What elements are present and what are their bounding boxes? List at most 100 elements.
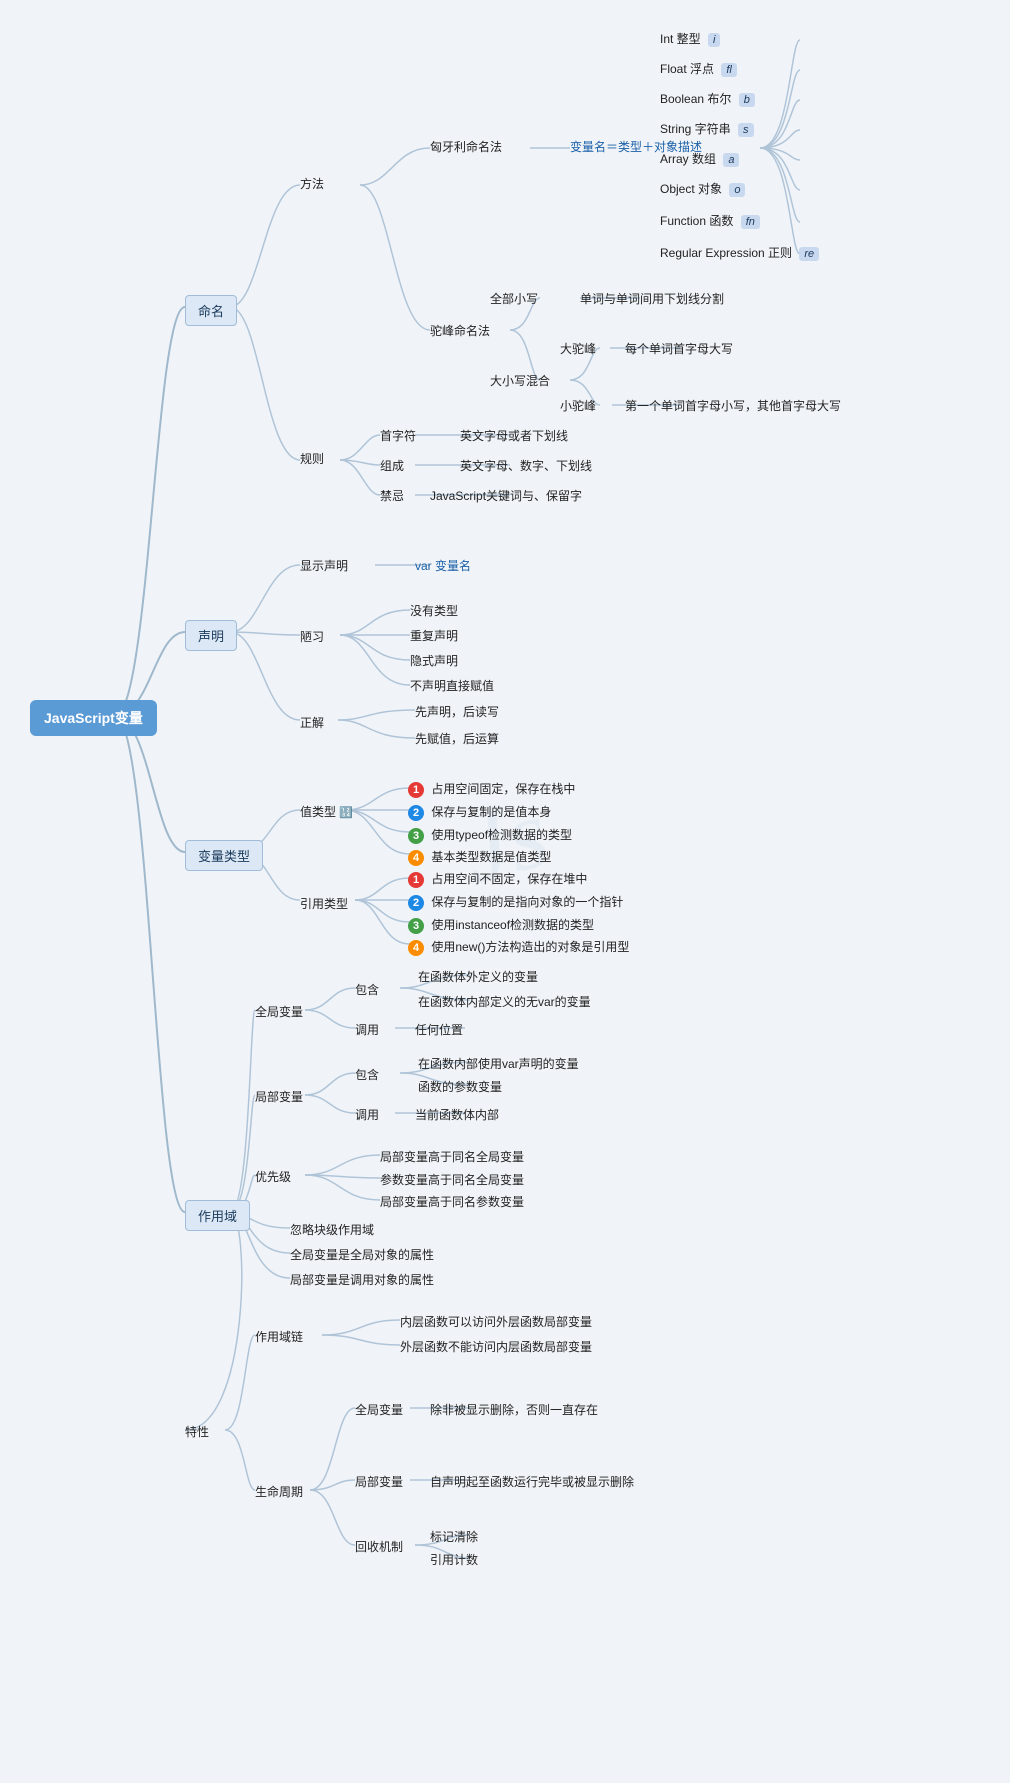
- ref-type-node: 引用类型: [300, 895, 348, 912]
- traits-node: 特性: [185, 1423, 209, 1440]
- local-life-desc: 自声明起至函数运行完毕或被显示删除: [430, 1473, 634, 1490]
- priority2-node: 参数变量高于同名全局变量: [380, 1171, 524, 1188]
- array-badge: a: [723, 153, 739, 167]
- global-var-node: 全局变量: [255, 1003, 303, 1020]
- vt-item2: 2 保存与复制的是值本身: [408, 803, 551, 821]
- regex-badge: re: [799, 247, 819, 261]
- display-decl-desc: var 变量名: [415, 557, 471, 574]
- naming-label: 命名: [198, 304, 224, 319]
- type-boolean: Boolean 布尔 b: [660, 90, 755, 107]
- all-lower-desc: 单词与单词间用下划线分割: [580, 290, 724, 307]
- vt-badge4: 4: [408, 850, 424, 866]
- rt-text1: 占用空间不固定，保存在堆中: [431, 872, 587, 886]
- type-object: Object 对象 o: [660, 180, 745, 197]
- global-inc2: 在函数体内部定义的无var的变量: [418, 993, 591, 1010]
- ignore-block-node: 忽略块级作用域: [290, 1221, 374, 1238]
- priority3-node: 局部变量高于同名参数变量: [380, 1193, 524, 1210]
- vt-text2: 保存与复制的是值本身: [431, 805, 551, 819]
- vt-text4: 基本类型数据是值类型: [431, 850, 551, 864]
- local-call-node: 调用: [355, 1106, 379, 1123]
- rt-text4: 使用new()方法构造出的对象是引用型: [431, 940, 629, 954]
- function-badge: fn: [741, 215, 760, 229]
- global-call-node: 调用: [355, 1021, 379, 1038]
- chain2-node: 外层函数不能访问内层函数局部变量: [400, 1338, 592, 1355]
- vt-item3: 3 使用typeof检测数据的类型: [408, 826, 572, 844]
- local-var-node: 局部变量: [255, 1088, 303, 1105]
- global-life-desc: 除非被显示删除，否则一直存在: [430, 1401, 598, 1418]
- bad2-node: 重复声明: [410, 627, 458, 644]
- vartype-label: 变量类型: [198, 849, 250, 864]
- chain-node: 作用域链: [255, 1328, 303, 1345]
- rt-text3: 使用instanceof检测数据的类型: [431, 918, 594, 932]
- bad4-node: 不声明直接赋值: [410, 677, 494, 694]
- rt-badge4: 4: [408, 940, 424, 956]
- declaration-node: 声明: [185, 620, 237, 651]
- lifetime-node: 生命周期: [255, 1483, 303, 1500]
- root-node: JavaScript变量: [30, 700, 157, 736]
- global-life-node: 全局变量: [355, 1401, 403, 1418]
- type-float: Float 浮点 fl: [660, 60, 737, 77]
- string-badge: s: [738, 123, 754, 137]
- type-function: Function 函数 fn: [660, 212, 760, 229]
- priority1-node: 局部变量高于同名全局变量: [380, 1148, 524, 1165]
- compose-node: 组成: [380, 457, 404, 474]
- object-badge: o: [729, 183, 745, 197]
- global-is-prop-node: 全局变量是全局对象的属性: [290, 1246, 434, 1263]
- forbid-node: 禁忌: [380, 487, 404, 504]
- big-camel-desc: 每个单词首字母大写: [625, 340, 733, 357]
- local-include-node: 包含: [355, 1066, 379, 1083]
- global-include-node: 包含: [355, 981, 379, 998]
- rt-text2: 保存与复制的是指向对象的一个指针: [431, 895, 623, 909]
- type-string: String 字符串 s: [660, 120, 754, 137]
- global-inc1: 在函数体外定义的变量: [418, 968, 538, 985]
- vt-text1: 占用空间固定，保存在栈中: [431, 782, 575, 796]
- priority-node: 优先级: [255, 1168, 291, 1185]
- type-array: Array 数组 a: [660, 150, 739, 167]
- local-inc2: 函数的参数变量: [418, 1078, 502, 1095]
- rt-item2: 2 保存与复制的是指向对象的一个指针: [408, 893, 623, 911]
- vt-badge3: 3: [408, 828, 424, 844]
- vt-badge2: 2: [408, 805, 424, 821]
- first-char-desc: 英文字母或者下划线: [460, 427, 568, 444]
- first-char-node: 首字符: [380, 427, 416, 444]
- local-is-prop-node: 局部变量是调用对象的属性: [290, 1271, 434, 1288]
- rt-item3: 3 使用instanceof检测数据的类型: [408, 916, 594, 934]
- boolean-badge: b: [739, 93, 755, 107]
- mix-case-node: 大小写混合: [490, 372, 550, 389]
- vartype-node: 变量类型: [185, 840, 263, 871]
- rt-badge3: 3: [408, 918, 424, 934]
- correct-node: 正解: [300, 714, 324, 731]
- small-camel-desc: 第一个单词首字母小写，其他首字母大写: [625, 397, 841, 414]
- gc-node: 回收机制: [355, 1538, 403, 1555]
- small-camel-node: 小驼峰: [560, 397, 596, 414]
- rt-item4: 4 使用new()方法构造出的对象是引用型: [408, 938, 629, 956]
- rules-node: 规则: [300, 450, 324, 467]
- camel-node: 驼峰命名法: [430, 322, 490, 339]
- local-call1: 当前函数体内部: [415, 1106, 499, 1123]
- rt-badge1: 1: [408, 872, 424, 888]
- forbid-desc: JavaScript关键词与、保留字: [430, 487, 582, 504]
- local-life-node: 局部变量: [355, 1473, 403, 1490]
- method-node: 方法: [300, 175, 324, 192]
- vt-item4: 4 基本类型数据是值类型: [408, 848, 551, 866]
- display-decl-node: 显示声明: [300, 557, 348, 574]
- big-camel-node: 大驼峰: [560, 340, 596, 357]
- correct1-node: 先声明，后读写: [415, 703, 499, 720]
- rt-badge2: 2: [408, 895, 424, 911]
- compose-desc: 英文字母、数字、下划线: [460, 457, 592, 474]
- float-badge: fl: [721, 63, 737, 77]
- mind-map: Js: [0, 0, 1010, 1681]
- type-regex: Regular Expression 正则 re: [660, 244, 819, 261]
- naming-node: 命名: [185, 295, 237, 326]
- bad3-node: 隐式声明: [410, 652, 458, 669]
- gc1-node: 标记清除: [430, 1528, 478, 1545]
- scope-label: 作用域: [198, 1209, 237, 1224]
- scope-node: 作用域: [185, 1200, 250, 1231]
- gc2-node: 引用计数: [430, 1551, 478, 1568]
- correct2-node: 先赋值，后运算: [415, 730, 499, 747]
- root-label: JavaScript变量: [44, 710, 143, 726]
- local-inc1: 在函数内部使用var声明的变量: [418, 1055, 579, 1072]
- all-lower-node: 全部小写: [490, 290, 538, 307]
- chain1-node: 内层函数可以访问外层函数局部变量: [400, 1313, 592, 1330]
- vt-badge1: 1: [408, 782, 424, 798]
